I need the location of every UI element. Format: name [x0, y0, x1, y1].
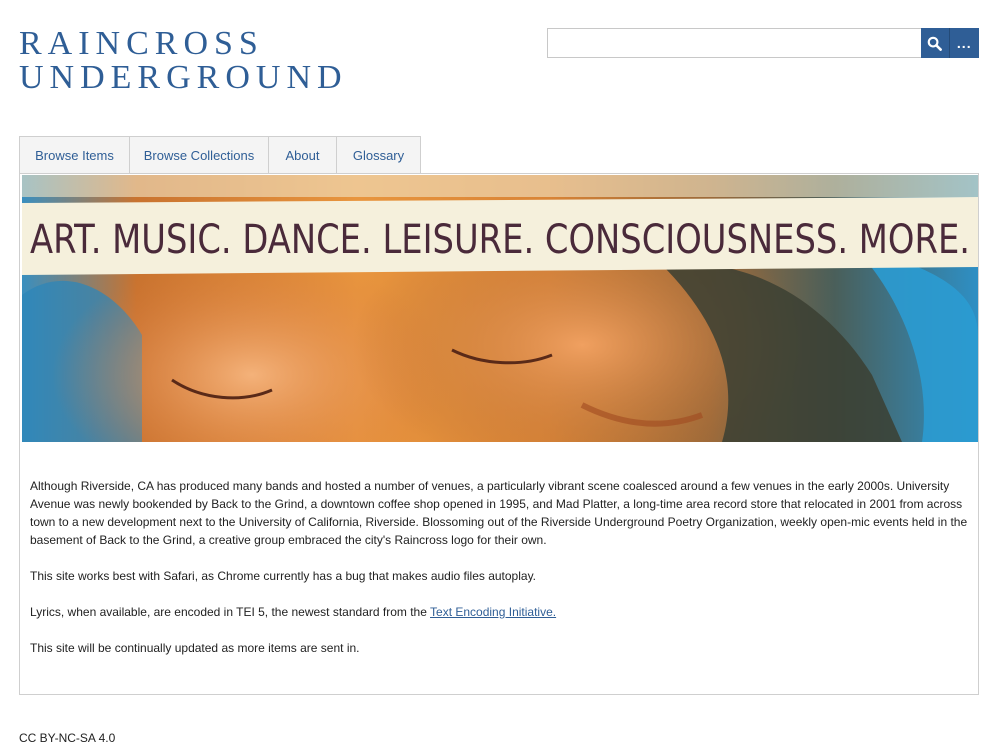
search-button[interactable] — [921, 28, 950, 58]
banner-painting: ART. MUSIC. DANCE. LEISURE. CONSCIOUSNES… — [22, 175, 978, 442]
footer-license: CC BY-NC-SA 4.0 — [19, 731, 116, 745]
tei-link[interactable]: Text Encoding Initiative. — [430, 605, 556, 619]
search-input[interactable] — [547, 28, 921, 58]
paragraph-3-text: Lyrics, when available, are encoded in T… — [30, 605, 431, 619]
main-navigation: Browse Items Browse Collections About Gl… — [19, 136, 421, 174]
intro-paragraph-3: Lyrics, when available, are encoded in T… — [30, 603, 970, 621]
intro-paragraph-1: Although Riverside, CA has produced many… — [30, 479, 968, 547]
nav-glossary[interactable]: Glossary — [337, 136, 421, 174]
intro-paragraph-4: This site will be continually updated as… — [30, 641, 360, 655]
banner-painted-text: ART. MUSIC. DANCE. LEISURE. CONSCIOUSNES… — [30, 217, 970, 263]
nav-browse-items[interactable]: Browse Items — [19, 136, 130, 174]
main-content: ART. MUSIC. DANCE. LEISURE. CONSCIOUSNES… — [19, 173, 979, 695]
search-icon — [927, 36, 943, 51]
site-title-line1[interactable]: RAINCROSS — [19, 27, 348, 61]
site-title-line2[interactable]: UNDERGROUND — [19, 61, 348, 95]
nav-browse-collections[interactable]: Browse Collections — [130, 136, 269, 174]
search-form: ... — [547, 28, 979, 58]
banner-image: ART. MUSIC. DANCE. LEISURE. CONSCIOUSNES… — [22, 175, 978, 442]
site-title[interactable]: RAINCROSS UNDERGROUND — [19, 27, 348, 95]
intro-paragraph-2: This site works best with Safari, as Chr… — [30, 569, 537, 583]
nav-about[interactable]: About — [269, 136, 337, 174]
advanced-search-button[interactable]: ... — [949, 28, 979, 58]
intro-text: Although Riverside, CA has produced many… — [30, 477, 970, 675]
